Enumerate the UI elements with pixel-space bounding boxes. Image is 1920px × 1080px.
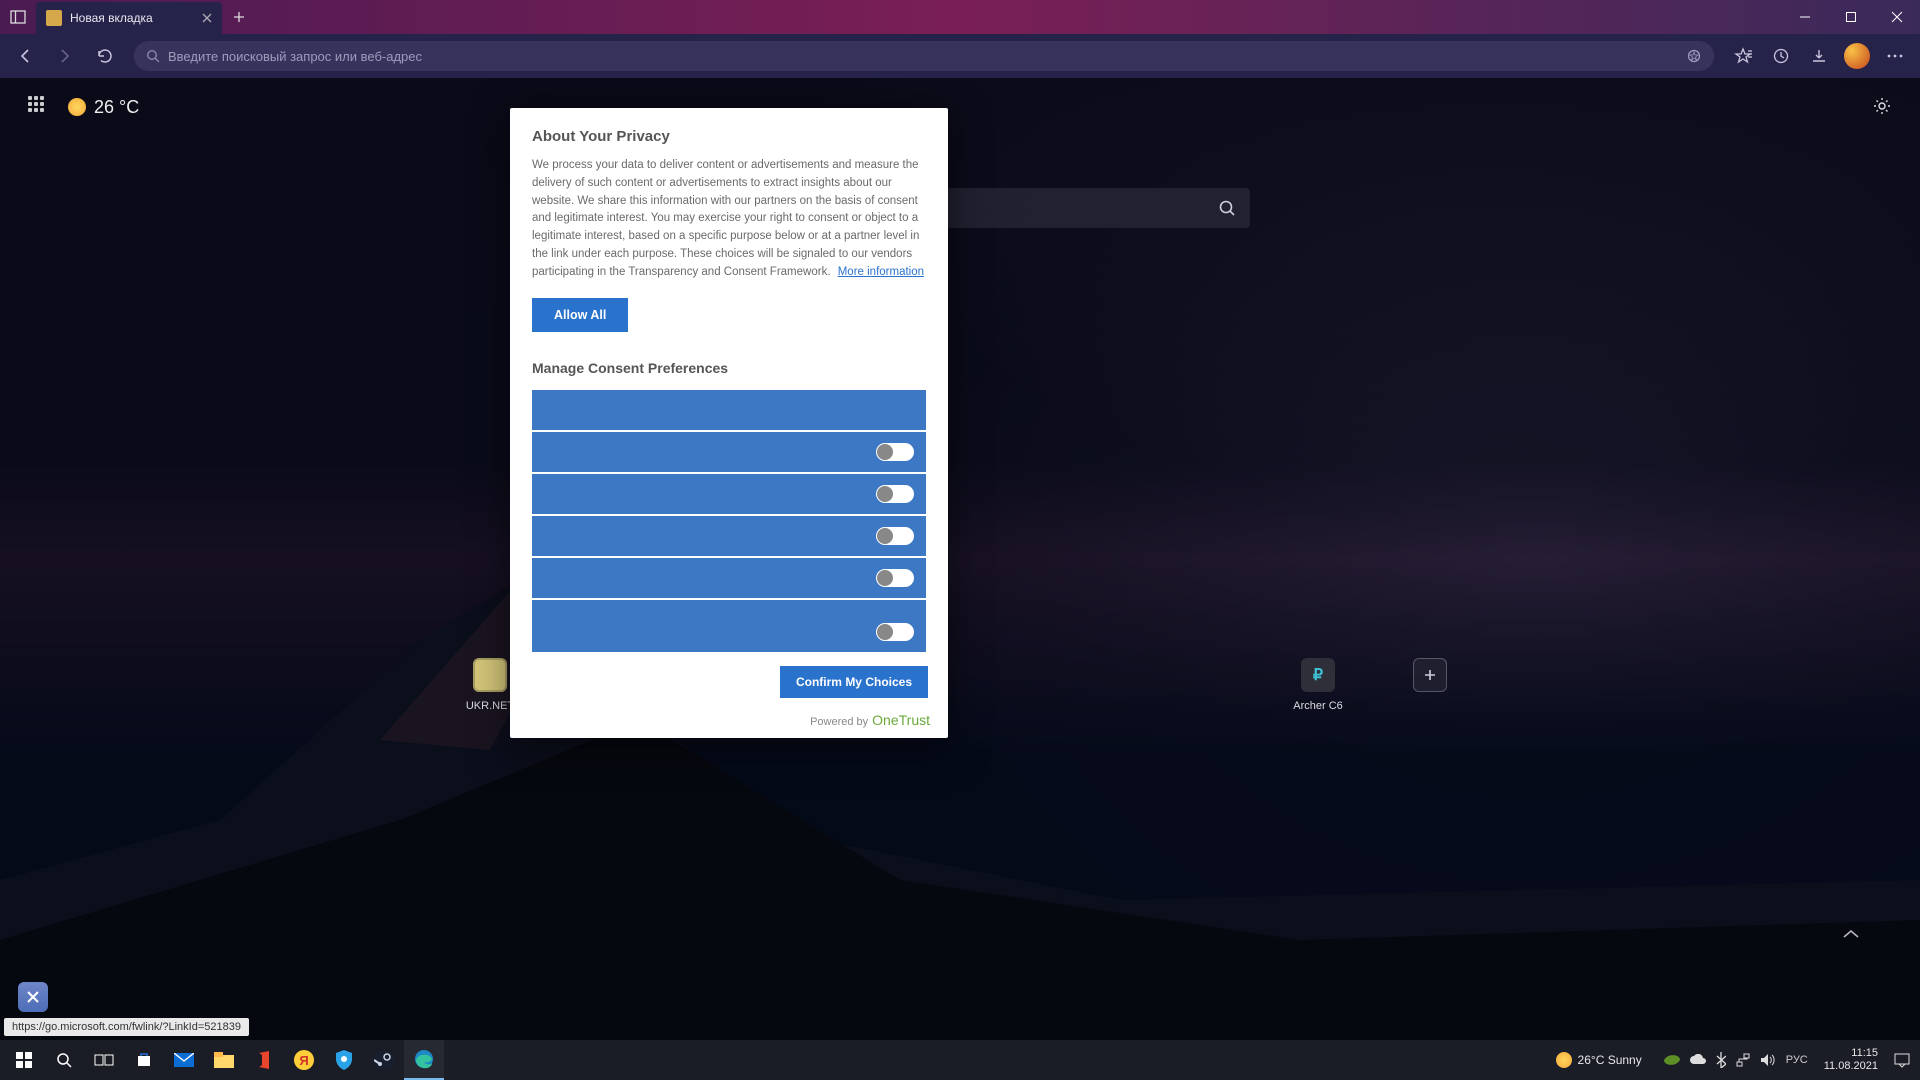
taskbar-app-yandex[interactable]: Я xyxy=(284,1040,324,1080)
more-information-link[interactable]: More information xyxy=(838,264,924,282)
address-bar-placeholder: Введите поисковый запрос или веб-адрес xyxy=(168,49,422,64)
tracking-prevention-icon[interactable] xyxy=(1686,48,1702,64)
avatar xyxy=(1844,43,1870,69)
dismiss-bubble[interactable] xyxy=(18,982,48,1012)
downloads-button[interactable] xyxy=(1802,39,1836,73)
close-window-button[interactable] xyxy=(1874,0,1920,34)
browser-toolbar: Введите поисковый запрос или веб-адрес xyxy=(0,34,1920,78)
browser-tab[interactable]: Новая вкладка xyxy=(36,2,222,34)
new-tab-button[interactable] xyxy=(222,11,256,23)
menu-button[interactable] xyxy=(1878,39,1912,73)
manage-heading: Manage Consent Preferences xyxy=(532,360,926,376)
consent-category-row[interactable] xyxy=(532,516,926,556)
modal-backdrop xyxy=(0,78,1920,1040)
tray-nvidia-icon[interactable] xyxy=(1664,1054,1680,1066)
back-button[interactable] xyxy=(8,39,42,73)
consent-toggle[interactable] xyxy=(876,569,914,587)
allow-all-button[interactable]: Allow All xyxy=(532,298,628,332)
modal-body: We process your data to deliver content … xyxy=(532,159,919,278)
start-button[interactable] xyxy=(4,1040,44,1080)
minimize-button[interactable] xyxy=(1782,0,1828,34)
windows-taskbar: Я 26°C Sunny РУС 11:15 11.08.2021 xyxy=(0,1040,1920,1080)
consent-category-row[interactable] xyxy=(532,474,926,514)
taskbar-app-edge[interactable] xyxy=(404,1040,444,1080)
tray-clock[interactable]: 11:15 11.08.2021 xyxy=(1824,1047,1878,1072)
sun-icon xyxy=(1556,1052,1572,1068)
tray-volume-icon[interactable] xyxy=(1760,1053,1776,1067)
favorites-button[interactable] xyxy=(1726,39,1760,73)
consent-category-row[interactable] xyxy=(532,390,926,430)
powered-by: Powered byOneTrust xyxy=(510,712,948,738)
tray-network-icon[interactable] xyxy=(1736,1053,1750,1067)
new-tab-page: 26 °C Search the UKR.NETRuTracker.orghtt… xyxy=(0,78,1920,1040)
maximize-button[interactable] xyxy=(1828,0,1874,34)
taskbar-search-button[interactable] xyxy=(44,1040,84,1080)
modal-title: About Your Privacy xyxy=(532,128,926,145)
tab-title: Новая вкладка xyxy=(70,11,153,25)
taskbar-app-explorer[interactable] xyxy=(204,1040,244,1080)
search-icon xyxy=(146,49,160,63)
window-titlebar: Новая вкладка xyxy=(0,0,1920,34)
tray-notifications-icon[interactable] xyxy=(1894,1052,1910,1068)
consent-toggle[interactable] xyxy=(876,623,914,641)
taskbar-app-steam[interactable] xyxy=(364,1040,404,1080)
tray-weather-text: 26°C Sunny xyxy=(1578,1053,1642,1067)
tab-actions-button[interactable] xyxy=(0,9,36,25)
forward-button[interactable] xyxy=(48,39,82,73)
consent-category-row[interactable] xyxy=(532,600,926,652)
address-bar[interactable]: Введите поисковый запрос или веб-адрес xyxy=(134,41,1714,71)
tab-favicon xyxy=(46,10,62,26)
privacy-modal: About Your Privacy We process your data … xyxy=(510,108,948,738)
consent-category-row[interactable] xyxy=(532,432,926,472)
taskbar-app-mail[interactable] xyxy=(164,1040,204,1080)
confirm-choices-button[interactable]: Confirm My Choices xyxy=(780,666,928,698)
taskbar-app-security[interactable] xyxy=(324,1040,364,1080)
profile-button[interactable] xyxy=(1840,39,1874,73)
close-icon[interactable] xyxy=(202,13,212,23)
history-button[interactable] xyxy=(1764,39,1798,73)
task-view-button[interactable] xyxy=(84,1040,124,1080)
refresh-button[interactable] xyxy=(88,39,122,73)
tray-language[interactable]: РУС xyxy=(1786,1054,1808,1066)
consent-toggle[interactable] xyxy=(876,485,914,503)
consent-category-row[interactable] xyxy=(532,558,926,598)
consent-toggle[interactable] xyxy=(876,443,914,461)
consent-toggle[interactable] xyxy=(876,527,914,545)
tray-weather[interactable]: 26°C Sunny xyxy=(1556,1052,1642,1068)
taskbar-app-office[interactable] xyxy=(244,1040,284,1080)
taskbar-app-store[interactable] xyxy=(124,1040,164,1080)
status-bar-link: https://go.microsoft.com/fwlink/?LinkId=… xyxy=(4,1018,249,1036)
tray-cloud-icon[interactable] xyxy=(1690,1054,1706,1066)
tray-bluetooth-icon[interactable] xyxy=(1716,1052,1726,1068)
